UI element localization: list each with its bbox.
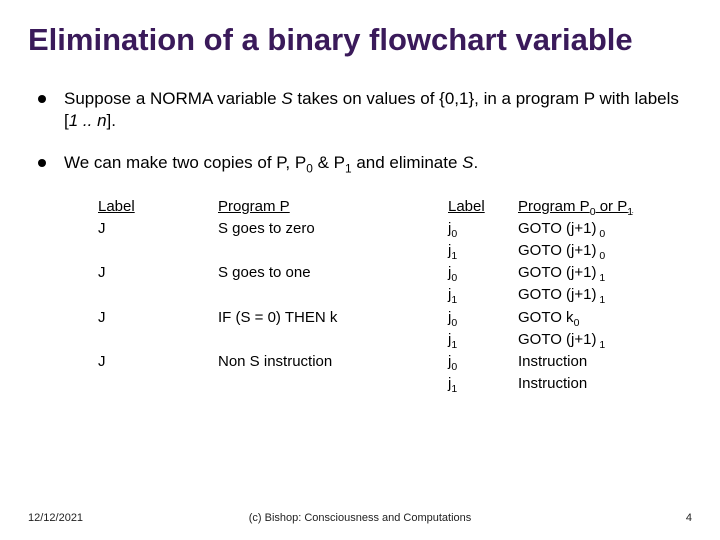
cell-label-left: J [98,263,218,285]
slide-title: Elimination of a binary flowchart variab… [28,22,692,58]
b1-s: S [281,89,292,108]
cell-program-p01: GOTO (j+1) 1 [518,330,692,352]
b2-s: S [462,153,473,172]
cell-label-right: j0 [448,219,518,241]
b2-amp: & P [313,153,345,172]
cell-label-left: J [98,219,218,241]
cell-program-p [218,374,448,396]
cell-label-right: j1 [448,330,518,352]
bullet-list: Suppose a NORMA variable S takes on valu… [38,88,692,177]
table-row: j1GOTO (j+1) 1 [98,330,692,352]
cell-program-p01: GOTO (j+1) 0 [518,241,692,263]
cell-program-p [218,241,448,263]
b1-post: ]. [107,111,116,130]
bullet-1: Suppose a NORMA variable S takes on valu… [38,88,692,132]
cell-program-p01: GOTO (j+1) 0 [518,219,692,241]
b2-dot: . [474,153,479,172]
table-row: JNon S instructionj0Instruction [98,352,692,374]
cell-label-left [98,330,218,352]
cell-label-left [98,241,218,263]
bullet-icon [38,159,46,167]
cell-label-left: J [98,352,218,374]
b2-post: and eliminate [352,153,463,172]
cell-program-p: Non S instruction [218,352,448,374]
cell-label-right: j0 [448,308,518,330]
hdr-label-right: Label [448,197,518,219]
cell-program-p01: Instruction [518,352,692,374]
table-row: j1Instruction [98,374,692,396]
bullet-icon [38,95,46,103]
cell-label-right: j1 [448,374,518,396]
cell-program-p01: GOTO (j+1) 1 [518,285,692,307]
footer-credit: (c) Bishop: Consciousness and Computatio… [28,512,692,524]
cell-program-p01: Instruction [518,374,692,396]
table-row: JIF (S = 0) THEN kj0GOTO k0 [98,308,692,330]
cell-program-p: IF (S = 0) THEN k [218,308,448,330]
cell-program-p [218,330,448,352]
hdr-p01-pre: Program P [518,198,590,215]
hdr-program-p01: Program P0 or P1 [518,197,692,219]
b2-pre: We can make two copies of P, P [64,153,306,172]
cell-label-left: J [98,308,218,330]
mapping-table: Label Program P Label Program P0 or P1 J… [98,197,692,397]
b2-s1: 1 [345,161,352,175]
table-row: JS goes to zeroj0GOTO (j+1) 0 [98,219,692,241]
cell-label-right: j0 [448,352,518,374]
b1-range: 1 .. n [69,111,107,130]
cell-label-left [98,374,218,396]
table-row: j1GOTO (j+1) 0 [98,241,692,263]
cell-label-right: j1 [448,241,518,263]
b1-pre: Suppose a NORMA variable [64,89,281,108]
bullet-2: We can make two copies of P, P0 & P1 and… [38,152,692,177]
slide-footer: 12/12/2021 (c) Bishop: Consciousness and… [28,512,692,524]
table-row: JS goes to onej0GOTO (j+1) 1 [98,263,692,285]
cell-label-right: j1 [448,285,518,307]
b2-s0: 0 [306,161,313,175]
cell-program-p01: GOTO (j+1) 1 [518,263,692,285]
cell-program-p [218,285,448,307]
hdr-p01-s1: 1 [627,206,633,218]
hdr-program-p: Program P [218,197,448,219]
table-row: j1GOTO (j+1) 1 [98,285,692,307]
cell-label-right: j0 [448,263,518,285]
cell-label-left [98,285,218,307]
cell-program-p01: GOTO k0 [518,308,692,330]
table-header: Label Program P Label Program P0 or P1 [98,197,692,219]
cell-program-p: S goes to one [218,263,448,285]
cell-program-p: S goes to zero [218,219,448,241]
hdr-label-left: Label [98,197,218,219]
hdr-p01-or: or P [596,198,628,215]
